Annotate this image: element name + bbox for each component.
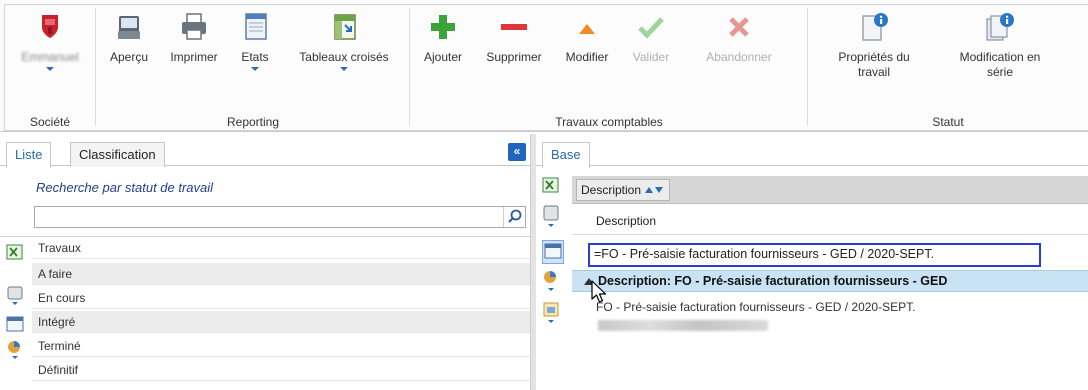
group-label-reporting: Reporting xyxy=(226,115,280,129)
collapse-panel-button[interactable]: « xyxy=(508,143,526,161)
ribbon-group-statut: Propriétés du travail Modification en sé… xyxy=(808,4,1088,131)
etats-label: Etats xyxy=(241,50,269,64)
filter-row-input[interactable]: =FO - Pré-saisie facturation fournisseur… xyxy=(588,243,1041,267)
societe-name: Emmanuel xyxy=(21,50,79,64)
societe-button[interactable]: Emmanuel xyxy=(10,10,90,71)
list-item-en-cours[interactable]: En cours xyxy=(32,287,530,309)
pivot-table-icon xyxy=(327,10,361,44)
right-panel: Base Description Description =FO - Pré-s… xyxy=(536,136,1088,390)
left-tab-strip: Liste Classification « xyxy=(0,138,530,168)
print-preview-icon[interactable] xyxy=(6,285,30,307)
ribbon-group-travaux: Ajouter Supprimer Modifier Valider Aband… xyxy=(410,4,808,131)
blurred-text xyxy=(598,320,768,331)
group-row[interactable]: Description: FO - Pré-saisie facturation… xyxy=(572,270,1088,292)
left-panel: Liste Classification « Recherche par sta… xyxy=(0,136,530,390)
proprietes-travail-button[interactable]: Propriétés du travail xyxy=(826,10,922,80)
modification-serie-button[interactable]: Modification en série xyxy=(948,10,1052,80)
imprimer-label: Imprimer xyxy=(170,50,218,64)
documents-info-icon xyxy=(983,10,1017,44)
list-item-termine[interactable]: Terminé xyxy=(32,335,530,357)
company-crest-icon xyxy=(33,10,67,44)
modifier-button[interactable]: Modifier xyxy=(558,10,616,65)
ajouter-label: Ajouter xyxy=(423,50,463,64)
edit-triangle-icon xyxy=(570,10,604,44)
apercu-label: Aperçu xyxy=(109,50,149,64)
header-divider xyxy=(572,234,1088,235)
proprietes-label: Propriétés du travail xyxy=(838,50,910,79)
modification-label: Modification en série xyxy=(959,50,1041,79)
list-item-travaux[interactable]: Travaux xyxy=(32,237,530,259)
column-header-description[interactable]: Description xyxy=(596,214,656,228)
imprimer-button[interactable]: Imprimer xyxy=(164,10,224,65)
cancel-x-icon xyxy=(722,10,756,44)
document-info-icon xyxy=(857,10,891,44)
chevron-down-icon xyxy=(340,67,348,71)
right-side-toolbar xyxy=(542,176,568,330)
ajouter-button[interactable]: Ajouter xyxy=(418,10,468,65)
plus-icon xyxy=(426,10,460,44)
right-tab-strip: Base xyxy=(536,138,1088,168)
abandonner-label: Abandonner xyxy=(706,50,772,64)
group-by-chip[interactable]: Description xyxy=(576,179,671,201)
group-label-travaux: Travaux comptables xyxy=(555,115,663,129)
supprimer-label: Supprimer xyxy=(486,50,542,64)
supprimer-button[interactable]: Supprimer xyxy=(478,10,550,65)
chevron-down-icon xyxy=(46,67,54,71)
excel-export-icon[interactable] xyxy=(6,243,30,265)
window-icon[interactable] xyxy=(6,315,30,337)
preview-icon xyxy=(112,10,146,44)
group-label-statut: Statut xyxy=(932,115,964,129)
tableaux-croises-button[interactable]: Tableaux croisés xyxy=(292,10,396,71)
checkmark-icon xyxy=(634,10,668,44)
apercu-button[interactable]: Aperçu xyxy=(104,10,154,65)
left-side-toolbar xyxy=(6,243,30,361)
tab-classification[interactable]: Classification xyxy=(70,142,165,167)
group-chip-label: Description xyxy=(581,183,642,197)
chart-icon[interactable] xyxy=(6,339,30,361)
chevron-down-icon xyxy=(251,67,259,71)
sort-descending-icon[interactable] xyxy=(655,187,664,193)
tableaux-label: Tableaux croisés xyxy=(299,50,389,64)
reports-icon xyxy=(238,10,272,44)
ribbon-group-reporting: Aperçu Imprimer Etats Tableaux croisés R… xyxy=(96,4,410,131)
print-preview-icon[interactable] xyxy=(542,204,568,234)
chart-icon[interactable] xyxy=(542,268,568,298)
sort-ascending-icon[interactable] xyxy=(645,187,654,193)
mouse-cursor-icon xyxy=(590,280,608,307)
valider-button[interactable]: Valider xyxy=(624,10,678,65)
minus-icon xyxy=(497,10,531,44)
abandonner-button[interactable]: Abandonner xyxy=(692,10,786,65)
tab-liste[interactable]: Liste xyxy=(6,142,52,168)
folder-grid-icon[interactable] xyxy=(542,300,568,330)
modifier-label: Modifier xyxy=(565,50,609,64)
group-by-area: Description xyxy=(572,176,1088,204)
list-item-definitif[interactable]: Définitif xyxy=(32,359,530,381)
ribbon-toolbar: Emmanuel Société Aperçu Imprimer Etats T… xyxy=(0,0,1088,132)
group-label-societe: Société xyxy=(29,115,71,129)
window-icon[interactable] xyxy=(542,240,564,264)
list-item-integre[interactable]: Intégré xyxy=(32,311,530,333)
tab-base[interactable]: Base xyxy=(542,142,590,168)
status-list: Travaux A faire En cours Intégré Terminé… xyxy=(0,236,530,390)
list-item-a-faire[interactable]: A faire xyxy=(32,263,530,285)
table-row[interactable]: FO - Pré-saisie facturation fournisseurs… xyxy=(596,300,915,314)
group-row-label: Description: FO - Pré-saisie facturation… xyxy=(598,274,948,288)
search-icon[interactable] xyxy=(503,207,525,227)
search-input[interactable] xyxy=(34,206,526,228)
search-title: Recherche par statut de travail xyxy=(36,180,214,195)
ribbon-group-societe: Emmanuel Société xyxy=(4,4,96,131)
valider-label: Valider xyxy=(632,50,670,64)
printer-icon xyxy=(177,10,211,44)
etats-button[interactable]: Etats xyxy=(232,10,278,71)
excel-export-icon[interactable] xyxy=(542,176,568,200)
